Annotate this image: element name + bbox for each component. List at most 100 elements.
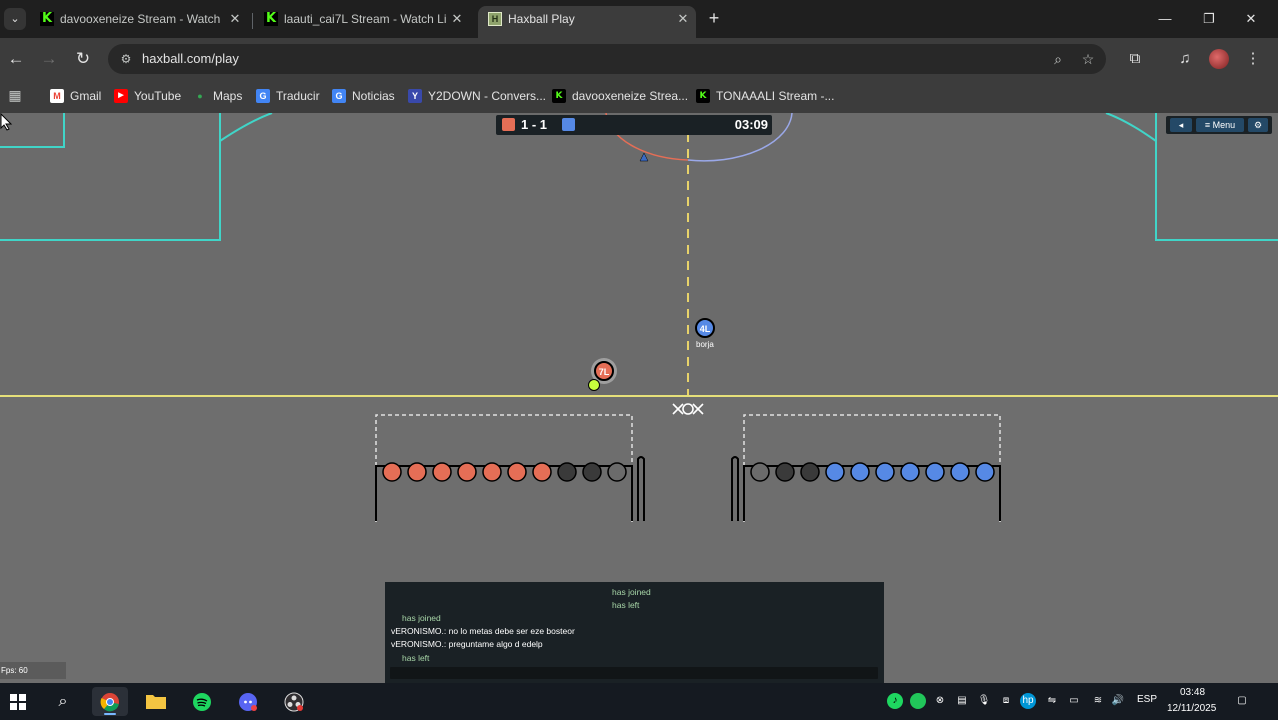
taskbar-file-explorer[interactable] bbox=[138, 687, 174, 716]
blue-bench-player bbox=[875, 462, 895, 482]
tab-search-button[interactable]: ⌄ bbox=[4, 8, 26, 30]
site-info-icon[interactable]: ⚙ bbox=[118, 50, 134, 68]
close-icon[interactable]: ✕ bbox=[676, 6, 690, 32]
bookmark-gmail[interactable]: M Gmail bbox=[50, 86, 101, 106]
zoom-icon[interactable]: ⌕ bbox=[1048, 49, 1068, 69]
chat-line: has left bbox=[612, 600, 640, 610]
y2down-icon: Y bbox=[408, 89, 422, 103]
wifi-icon[interactable]: ≋ bbox=[1090, 693, 1106, 709]
back-arrow-icon[interactable]: ◂ bbox=[1170, 118, 1192, 132]
tab-laauti[interactable]: K laauti_cai7L Stream - Watch Live ✕ bbox=[254, 6, 470, 38]
plus-icon: + bbox=[708, 8, 720, 28]
extensions-icon[interactable]: ⧉ bbox=[1123, 47, 1147, 71]
clock-time[interactable]: 03:48 bbox=[1180, 687, 1205, 698]
haxball-icon: H bbox=[488, 12, 502, 26]
discord-icon bbox=[239, 693, 257, 711]
microphone-icon[interactable]: 🎙 bbox=[976, 693, 992, 709]
bookmark-traducir[interactable]: G Traducir bbox=[256, 86, 320, 106]
bookmark-noticias[interactable]: G Noticias bbox=[332, 86, 395, 106]
close-icon: ✕ bbox=[1245, 11, 1257, 26]
youtube-icon: ▶ bbox=[114, 89, 128, 103]
taskbar-spotify[interactable] bbox=[184, 687, 220, 716]
browser-toolbar: ← → ↻ ⚙ haxball.com/play ⌕ ☆ ⧉ ♫ ⋮ bbox=[0, 38, 1278, 80]
red-bench-player bbox=[432, 462, 452, 482]
bookmark-label: Maps bbox=[213, 89, 243, 103]
waiting-icon bbox=[672, 403, 704, 415]
xbox-tray-icon[interactable]: ⊗ bbox=[932, 693, 948, 709]
status-tray-icon[interactable] bbox=[910, 693, 926, 709]
red-bench-player bbox=[532, 462, 552, 482]
battery-icon[interactable]: ▭ bbox=[1066, 693, 1082, 709]
media-control-icon[interactable]: ♫ bbox=[1173, 47, 1197, 71]
tab-haxball[interactable]: H Haxball Play ✕ bbox=[478, 6, 696, 38]
chat-input[interactable] bbox=[390, 667, 878, 679]
capture-tray-icon[interactable]: ⧈ bbox=[998, 693, 1014, 709]
url-text[interactable]: haxball.com/play bbox=[142, 51, 239, 66]
blue-bench-empty-slot bbox=[775, 462, 795, 482]
match-timer: 03:09 bbox=[734, 117, 768, 132]
translate-icon: G bbox=[256, 89, 270, 103]
new-tab-button[interactable]: + bbox=[704, 8, 724, 30]
field-lines bbox=[0, 113, 1278, 397]
tab-davooxeneize[interactable]: K davooxeneize Stream - Watch Live ✕ bbox=[30, 6, 248, 38]
bookmark-label: Gmail bbox=[70, 89, 102, 103]
minimize-icon: — bbox=[1158, 11, 1172, 26]
apps-grid-icon[interactable]: ▦ bbox=[6, 86, 24, 104]
bookmark-maps[interactable]: ● Maps bbox=[193, 86, 242, 106]
restore-button[interactable]: ❐ bbox=[1196, 8, 1222, 30]
settings-icon[interactable]: ⚙ bbox=[1248, 118, 1268, 132]
profile-avatar[interactable] bbox=[1209, 49, 1229, 69]
notifications-icon[interactable]: ▢ bbox=[1234, 693, 1250, 709]
arrow-right-icon: → bbox=[40, 49, 58, 68]
game-field[interactable]: 1 - 1 03:09 ◂ ≡ Menu ⚙ 4L borja 7L bbox=[0, 113, 1278, 397]
hp-tray-icon[interactable]: hp bbox=[1020, 693, 1036, 709]
taskbar-chrome[interactable] bbox=[92, 687, 128, 716]
taskbar-obs[interactable] bbox=[276, 687, 312, 716]
chat-line: has joined bbox=[612, 587, 651, 597]
back-button[interactable]: ← bbox=[4, 47, 28, 71]
active-indicator bbox=[104, 713, 116, 715]
player-avatar-text: 7L bbox=[598, 367, 610, 377]
blue-bench-post bbox=[731, 456, 739, 521]
spotify-icon bbox=[193, 693, 211, 711]
volume-icon[interactable]: 🔊 bbox=[1110, 693, 1126, 709]
bookmark-star-icon[interactable]: ☆ bbox=[1078, 49, 1098, 69]
obs-icon bbox=[284, 692, 304, 712]
language-indicator[interactable]: ESP bbox=[1137, 694, 1157, 705]
chat-line: vERONISMO.: no lo metas debe ser eze bos… bbox=[391, 626, 575, 636]
window-close-button[interactable]: ✕ bbox=[1238, 8, 1264, 30]
network-adapter-icon[interactable]: ⇋ bbox=[1044, 693, 1060, 709]
blue-bench-player bbox=[950, 462, 970, 482]
taskbar-discord[interactable] bbox=[230, 687, 266, 716]
taskbar-search-button[interactable]: ⌕ bbox=[45, 687, 81, 716]
spotify-tray-icon[interactable]: ♪ bbox=[887, 693, 903, 709]
bookmark-label: Y2DOWN - Convers... bbox=[428, 89, 547, 103]
right-penalty-arc bbox=[1105, 113, 1157, 142]
minimize-button[interactable]: — bbox=[1152, 8, 1178, 30]
bookmark-y2down[interactable]: Y Y2DOWN - Convers... bbox=[408, 86, 546, 106]
bookmark-tonaaali[interactable]: K TONAAALI Stream -... bbox=[696, 86, 834, 106]
bookmark-youtube[interactable]: ▶ YouTube bbox=[114, 86, 181, 106]
more-menu-icon[interactable]: ⋮ bbox=[1241, 47, 1265, 71]
address-bar[interactable]: ⚙ haxball.com/play ⌕ ☆ bbox=[108, 44, 1106, 74]
tab-separator bbox=[252, 13, 253, 29]
fps-counter: Fps: 60 bbox=[0, 662, 66, 679]
blue-bench-player bbox=[975, 462, 995, 482]
chevron-down-icon: ⌄ bbox=[10, 13, 20, 25]
device-tray-icon[interactable]: ▤ bbox=[954, 693, 970, 709]
clock-date[interactable]: 12/11/2025 bbox=[1167, 703, 1216, 714]
menu-button[interactable]: ≡ Menu bbox=[1196, 118, 1244, 132]
maps-pin-icon: ● bbox=[197, 91, 203, 101]
windows-taskbar: ⌕ ♪ ⊗ ▤ 🎙 ⧈ hp ⇋ ▭ ≋ 🔊 ESP 03:48 12/11/2… bbox=[0, 683, 1278, 720]
kick-icon: K bbox=[696, 89, 710, 103]
forward-button[interactable]: → bbox=[37, 47, 61, 71]
close-icon[interactable]: ✕ bbox=[228, 6, 242, 32]
reload-button[interactable]: ↻ bbox=[71, 47, 95, 71]
windows-start-button[interactable] bbox=[0, 687, 36, 716]
red-bench-empty-slot bbox=[557, 462, 577, 482]
blue-bench-player bbox=[850, 462, 870, 482]
chat-line: vERONISMO.: preguntame algo d edelp bbox=[391, 639, 543, 649]
tab-strip: ⌄ K davooxeneize Stream - Watch Live ✕ K… bbox=[0, 0, 1278, 38]
close-icon[interactable]: ✕ bbox=[450, 6, 464, 32]
bookmark-davooxeneize[interactable]: K davooxeneize Strea... bbox=[552, 86, 688, 106]
